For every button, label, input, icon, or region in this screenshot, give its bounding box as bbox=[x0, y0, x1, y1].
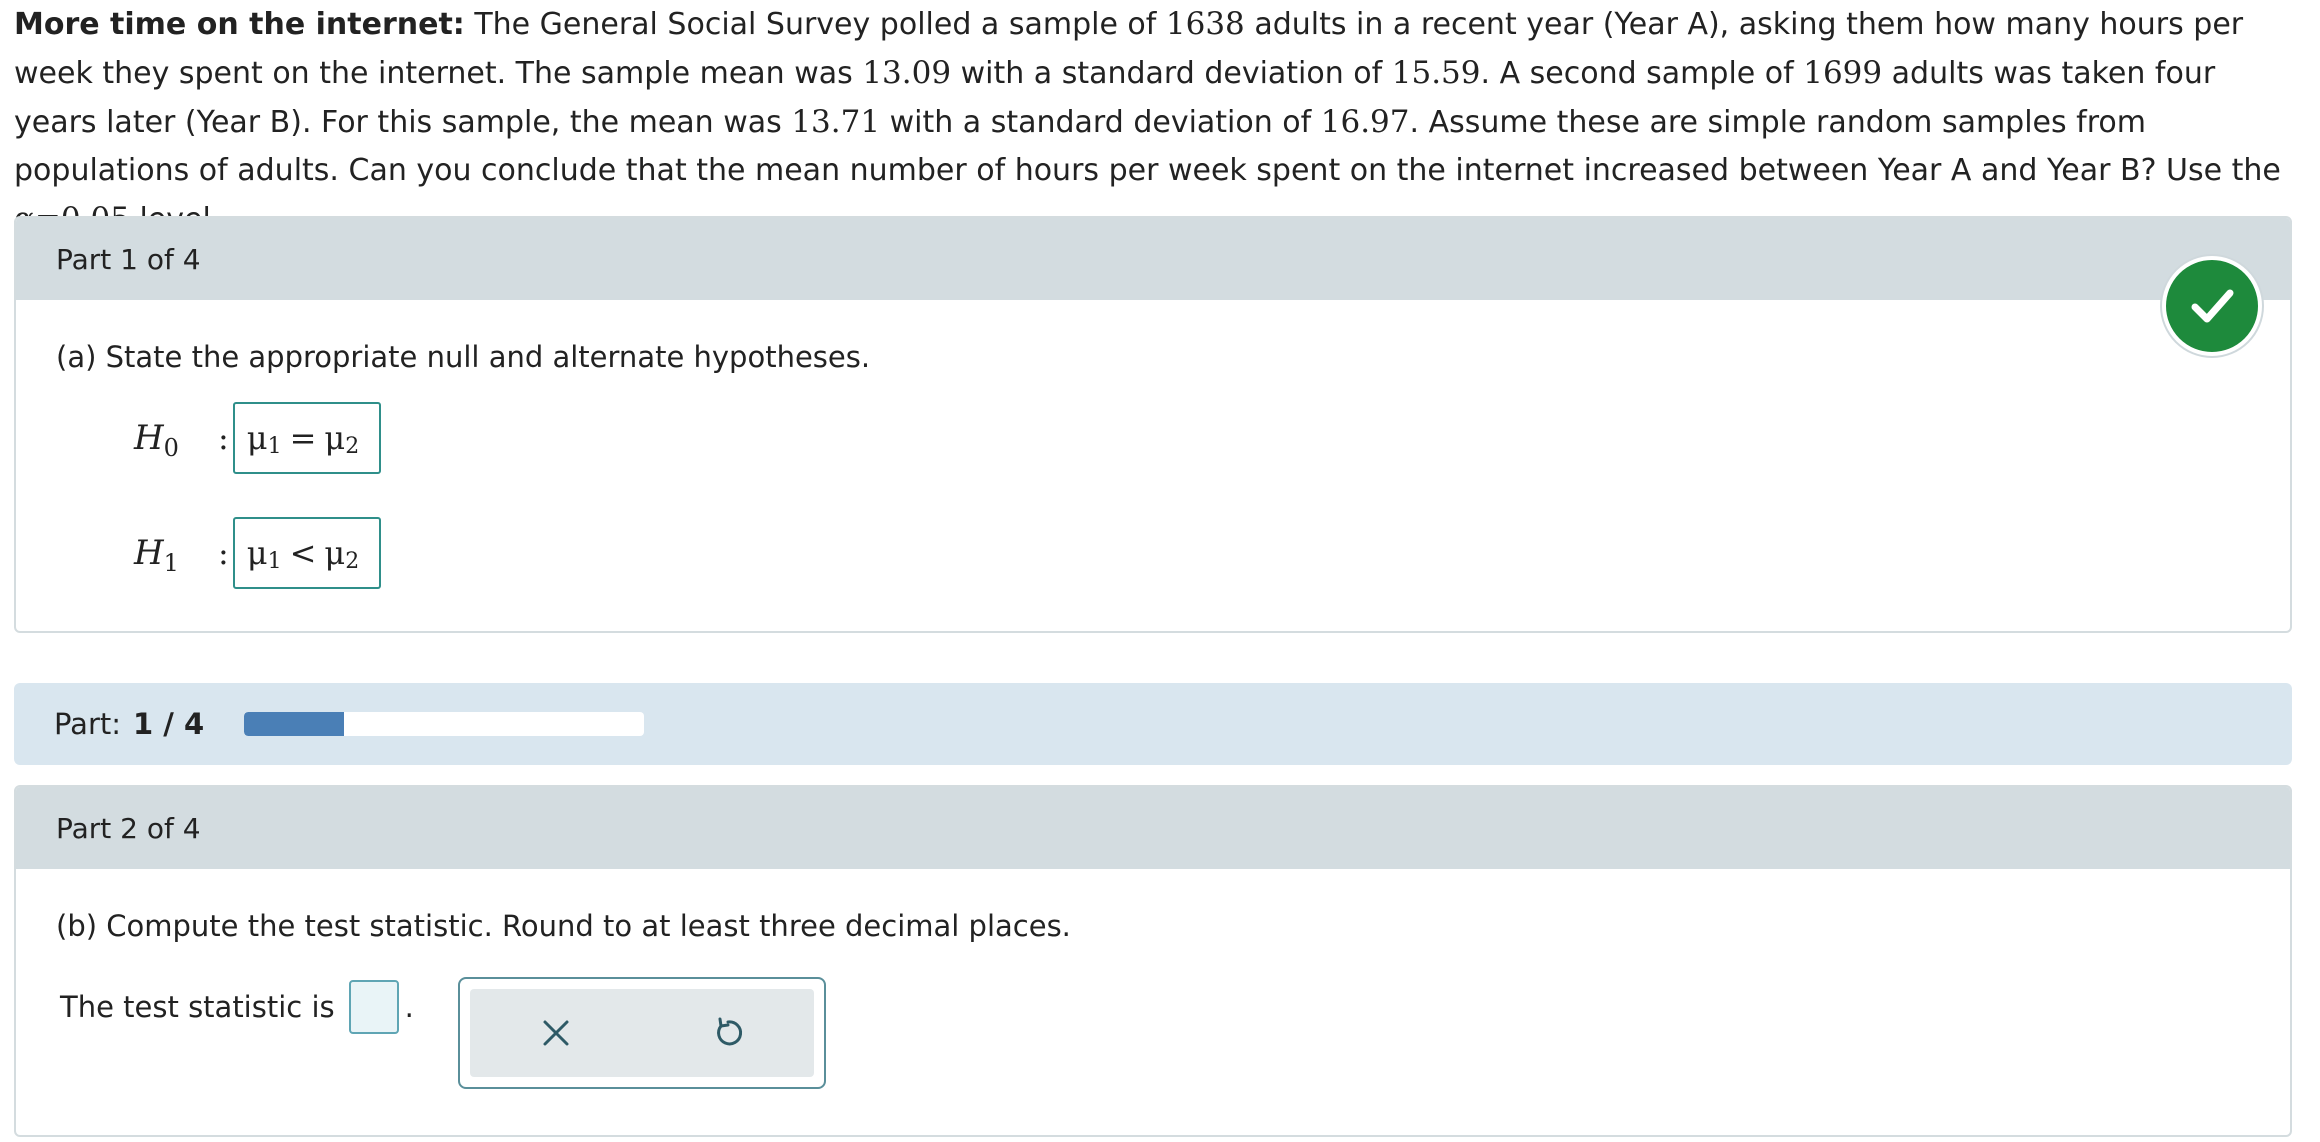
alternate-hypothesis-answer[interactable]: μ1 < μ2 bbox=[232, 517, 381, 589]
alternate-hypothesis-row: H1 : μ1 < μ2 bbox=[134, 517, 381, 589]
part-2-header: Part 2 of 4 bbox=[16, 787, 2290, 869]
null-hypothesis-row: H0 : μ1 = μ2 bbox=[134, 402, 381, 474]
hypothesis-colon: : bbox=[218, 534, 229, 572]
null-hypothesis-answer[interactable]: μ1 = μ2 bbox=[232, 402, 381, 474]
part-1-instruction: (a) State the appropriate null and alter… bbox=[56, 340, 871, 374]
sample-mean-b: 13.71 bbox=[791, 104, 881, 140]
problem-title: More time on the internet: bbox=[14, 7, 465, 42]
problem-text: with a standard deviation of bbox=[880, 105, 1321, 140]
test-statistic-row: The test statistic is . bbox=[60, 980, 414, 1034]
answer-tools-popup bbox=[458, 977, 826, 1089]
undo-icon bbox=[717, 1017, 743, 1046]
part-2-card: Part 2 of 4 bbox=[14, 785, 2292, 1137]
sample-size-a: 1638 bbox=[1165, 6, 1245, 42]
answer-tools-panel bbox=[470, 989, 814, 1077]
part-1-header: Part 1 of 4 bbox=[16, 218, 2290, 300]
null-hypothesis-label: H0 bbox=[134, 418, 179, 462]
problem-text: The General Social Survey polled a sampl… bbox=[464, 7, 1166, 42]
clear-answer-button[interactable] bbox=[526, 1003, 586, 1063]
progress-bar bbox=[244, 712, 645, 736]
undo-answer-button[interactable] bbox=[698, 1003, 758, 1063]
alternate-hypothesis-label: H1 bbox=[134, 533, 179, 577]
problem-text: with a standard deviation of bbox=[951, 56, 1392, 91]
sample-sd-a: 15.59 bbox=[1391, 55, 1481, 91]
test-statistic-label: The test statistic is bbox=[60, 990, 335, 1024]
check-icon bbox=[2162, 256, 2262, 356]
part-2-instruction: (b) Compute the test statistic. Round to… bbox=[56, 909, 1071, 943]
close-icon bbox=[543, 1020, 569, 1046]
hypothesis-colon: : bbox=[218, 419, 229, 457]
answer-period: . bbox=[404, 990, 414, 1024]
sample-sd-b: 16.97 bbox=[1320, 104, 1410, 140]
progress-banner: Part: 1 / 4 bbox=[14, 683, 2292, 765]
progress-label: Part: bbox=[54, 707, 122, 741]
test-statistic-input[interactable] bbox=[348, 980, 399, 1034]
progress-value: 1 / 4 bbox=[133, 707, 205, 741]
problem-text: . A second sample of bbox=[1480, 56, 1804, 91]
problem-statement: More time on the internet: The General S… bbox=[14, 0, 2304, 244]
sample-size-b: 1699 bbox=[1803, 55, 1883, 91]
progress-bar-fill bbox=[244, 712, 345, 736]
sample-mean-a: 13.09 bbox=[862, 55, 952, 91]
